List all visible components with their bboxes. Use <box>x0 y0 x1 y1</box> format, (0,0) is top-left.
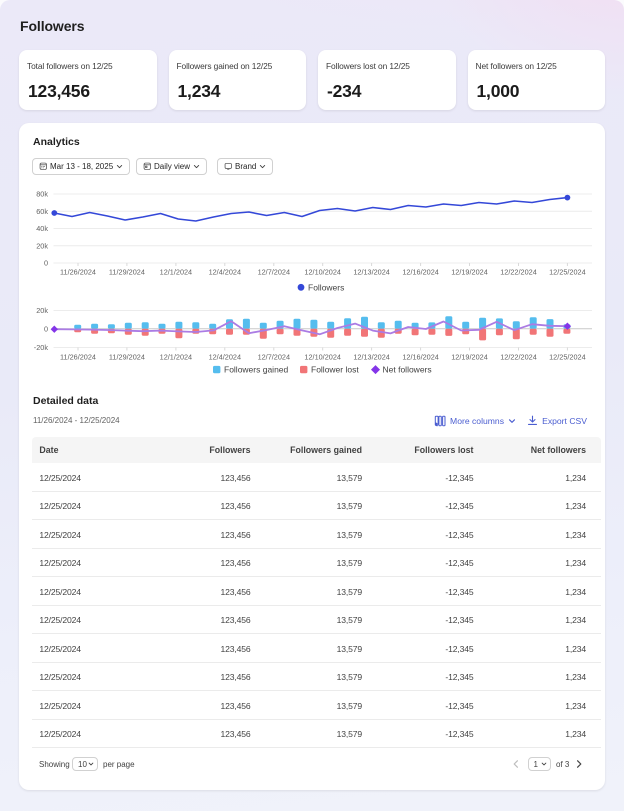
svg-text:12/7/2024: 12/7/2024 <box>258 268 290 277</box>
svg-text:Followers gained: Followers gained <box>224 365 289 375</box>
svg-text:12/10/2024: 12/10/2024 <box>304 268 341 277</box>
svg-text:40k: 40k <box>36 224 48 233</box>
svg-text:11/29/2024: 11/29/2024 <box>109 268 145 277</box>
svg-text:80k: 80k <box>36 190 48 199</box>
svg-text:60k: 60k <box>36 207 48 216</box>
svg-text:12/22/2024: 12/22/2024 <box>500 352 537 361</box>
svg-text:12/13/2024: 12/13/2024 <box>353 352 390 361</box>
svg-text:20k: 20k <box>36 241 48 250</box>
svg-text:12/7/2024: 12/7/2024 <box>258 352 290 361</box>
svg-text:12/19/2024: 12/19/2024 <box>451 352 488 361</box>
svg-text:Followers: Followers <box>308 283 344 293</box>
svg-text:12/22/2024: 12/22/2024 <box>500 268 537 277</box>
svg-text:11/26/2024: 11/26/2024 <box>60 352 96 361</box>
svg-text:12/10/2024: 12/10/2024 <box>304 352 341 361</box>
svg-text:12/16/2024: 12/16/2024 <box>402 352 439 361</box>
svg-text:0: 0 <box>44 259 48 268</box>
svg-text:12/13/2024: 12/13/2024 <box>353 268 390 277</box>
svg-text:20k: 20k <box>36 306 48 315</box>
svg-text:Net followers: Net followers <box>383 365 432 375</box>
svg-text:0: 0 <box>44 324 48 333</box>
svg-text:12/4/2024: 12/4/2024 <box>209 352 241 361</box>
svg-text:12/19/2024: 12/19/2024 <box>451 268 488 277</box>
svg-text:-20k: -20k <box>34 343 49 352</box>
svg-text:12/25/2024: 12/25/2024 <box>549 352 586 361</box>
svg-text:11/29/2024: 11/29/2024 <box>109 352 145 361</box>
svg-text:12/1/2024: 12/1/2024 <box>160 352 192 361</box>
svg-text:Follower lost: Follower lost <box>311 365 359 375</box>
svg-text:11/26/2024: 11/26/2024 <box>60 268 96 277</box>
svg-text:12/25/2024: 12/25/2024 <box>549 268 586 277</box>
svg-text:12/1/2024: 12/1/2024 <box>160 268 192 277</box>
svg-text:12/4/2024: 12/4/2024 <box>209 268 241 277</box>
svg-text:12/16/2024: 12/16/2024 <box>402 268 439 277</box>
